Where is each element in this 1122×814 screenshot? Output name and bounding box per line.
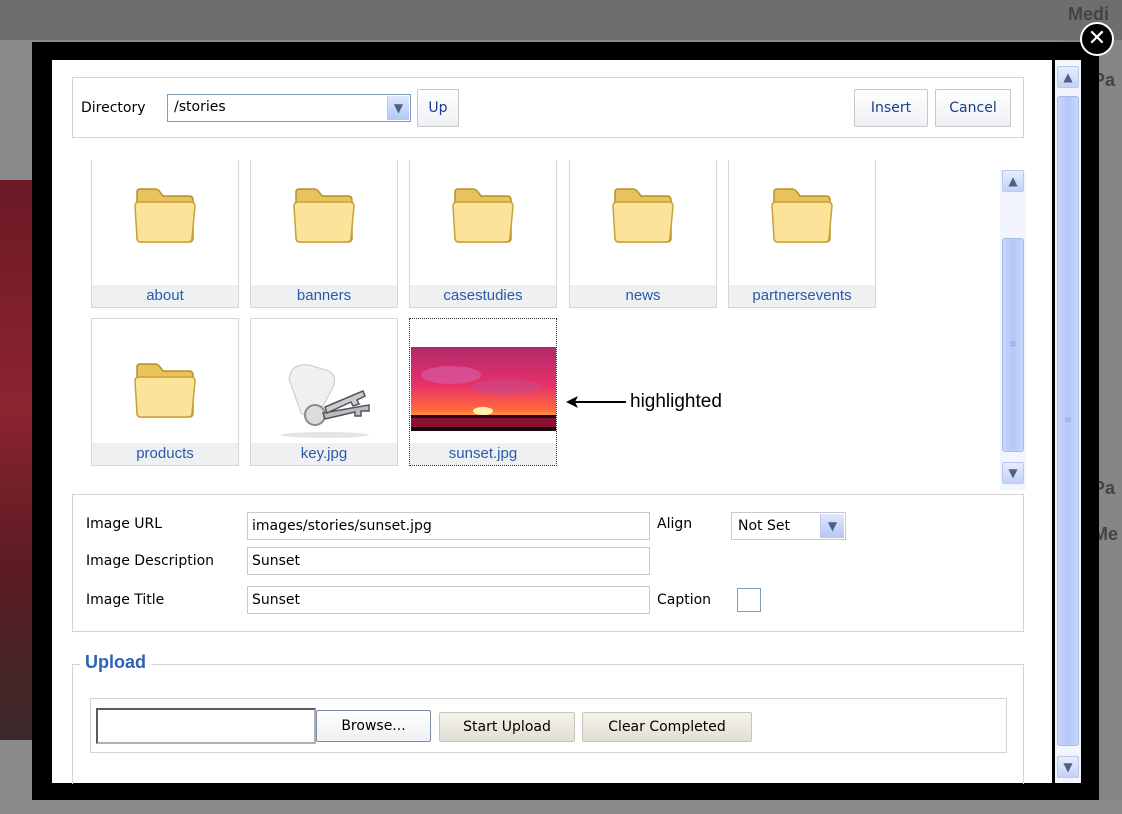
- close-icon: ✕: [1087, 26, 1107, 51]
- up-button[interactable]: Up: [417, 89, 459, 127]
- folder-icon: [293, 188, 355, 243]
- file-name: about: [92, 285, 238, 307]
- image-tile-key[interactable]: key.jpg: [250, 318, 398, 466]
- folder-tile-partnersevents[interactable]: partnersevents: [728, 160, 876, 308]
- folder-tile-news[interactable]: news: [569, 160, 717, 308]
- file-grid-scrollbar[interactable]: ▲ ≡ ▼: [1000, 170, 1026, 490]
- arrow-left-icon: [566, 396, 626, 408]
- background-header: [0, 0, 1122, 40]
- align-label: Align: [657, 516, 693, 532]
- scroll-thumb[interactable]: ≡: [1002, 238, 1024, 452]
- insert-button[interactable]: Insert: [854, 89, 928, 127]
- dialog-scrollbar[interactable]: ▲ ≡ ▼: [1055, 60, 1081, 783]
- directory-value: /stories: [174, 99, 226, 115]
- folder-icon: [612, 188, 674, 243]
- cancel-button[interactable]: Cancel: [935, 89, 1011, 127]
- file-name: casestudies: [410, 285, 556, 307]
- scroll-down-icon[interactable]: ▼: [1002, 462, 1024, 484]
- caption-checkbox[interactable]: [737, 588, 761, 612]
- file-name: partnersevents: [729, 285, 875, 307]
- grip-icon: ≡: [1063, 415, 1073, 426]
- image-description-field[interactable]: Sunset: [247, 547, 650, 575]
- folder-tile-products[interactable]: products: [91, 318, 239, 466]
- upload-file-input[interactable]: [96, 708, 316, 744]
- image-url-field[interactable]: images/stories/sunset.jpg: [247, 512, 650, 540]
- folder-icon: [134, 363, 196, 418]
- file-name: key.jpg: [251, 443, 397, 465]
- file-name: banners: [251, 285, 397, 307]
- key-thumbnail: [281, 364, 370, 438]
- image-url-label: Image URL: [86, 516, 163, 532]
- file-name: products: [92, 443, 238, 465]
- scroll-down-icon[interactable]: ▼: [1057, 756, 1079, 778]
- scroll-up-icon[interactable]: ▲: [1057, 66, 1079, 88]
- file-name: sunset.jpg: [410, 443, 556, 465]
- start-upload-button[interactable]: Start Upload: [439, 712, 575, 742]
- clear-completed-button[interactable]: Clear Completed: [582, 712, 752, 742]
- chevron-down-icon: ▼: [387, 96, 409, 120]
- image-description-label: Image Description: [86, 553, 215, 569]
- close-button[interactable]: ✕: [1080, 22, 1114, 56]
- folder-tile-banners[interactable]: banners: [250, 160, 398, 308]
- image-title-label: Image Title: [86, 592, 165, 608]
- background-label: Medi: [1068, 4, 1110, 24]
- image-tile-sunset[interactable]: sunset.jpg: [409, 318, 557, 466]
- scroll-thumb[interactable]: ≡: [1057, 96, 1079, 746]
- chevron-down-icon: ▼: [820, 514, 844, 538]
- directory-label: Directory: [81, 100, 146, 116]
- align-value: Not Set: [738, 518, 790, 534]
- directory-select[interactable]: /stories ▼: [167, 94, 411, 122]
- file-name: news: [570, 285, 716, 307]
- annotation-label: highlighted: [630, 391, 722, 412]
- sunset-thumbnail: [411, 347, 556, 431]
- align-select[interactable]: Not Set ▼: [731, 512, 846, 540]
- browse-button[interactable]: Browse...: [316, 710, 431, 742]
- folder-icon: [771, 188, 833, 243]
- grip-icon: ≡: [1008, 339, 1018, 350]
- caption-label: Caption: [657, 592, 712, 608]
- folder-tile-casestudies[interactable]: casestudies: [409, 160, 557, 308]
- upload-legend: Upload: [80, 652, 151, 673]
- scroll-up-icon[interactable]: ▲: [1002, 170, 1024, 192]
- folder-icon: [134, 188, 196, 243]
- folder-icon: [452, 188, 514, 243]
- image-title-field[interactable]: Sunset: [247, 586, 650, 614]
- folder-tile-about[interactable]: about: [91, 160, 239, 308]
